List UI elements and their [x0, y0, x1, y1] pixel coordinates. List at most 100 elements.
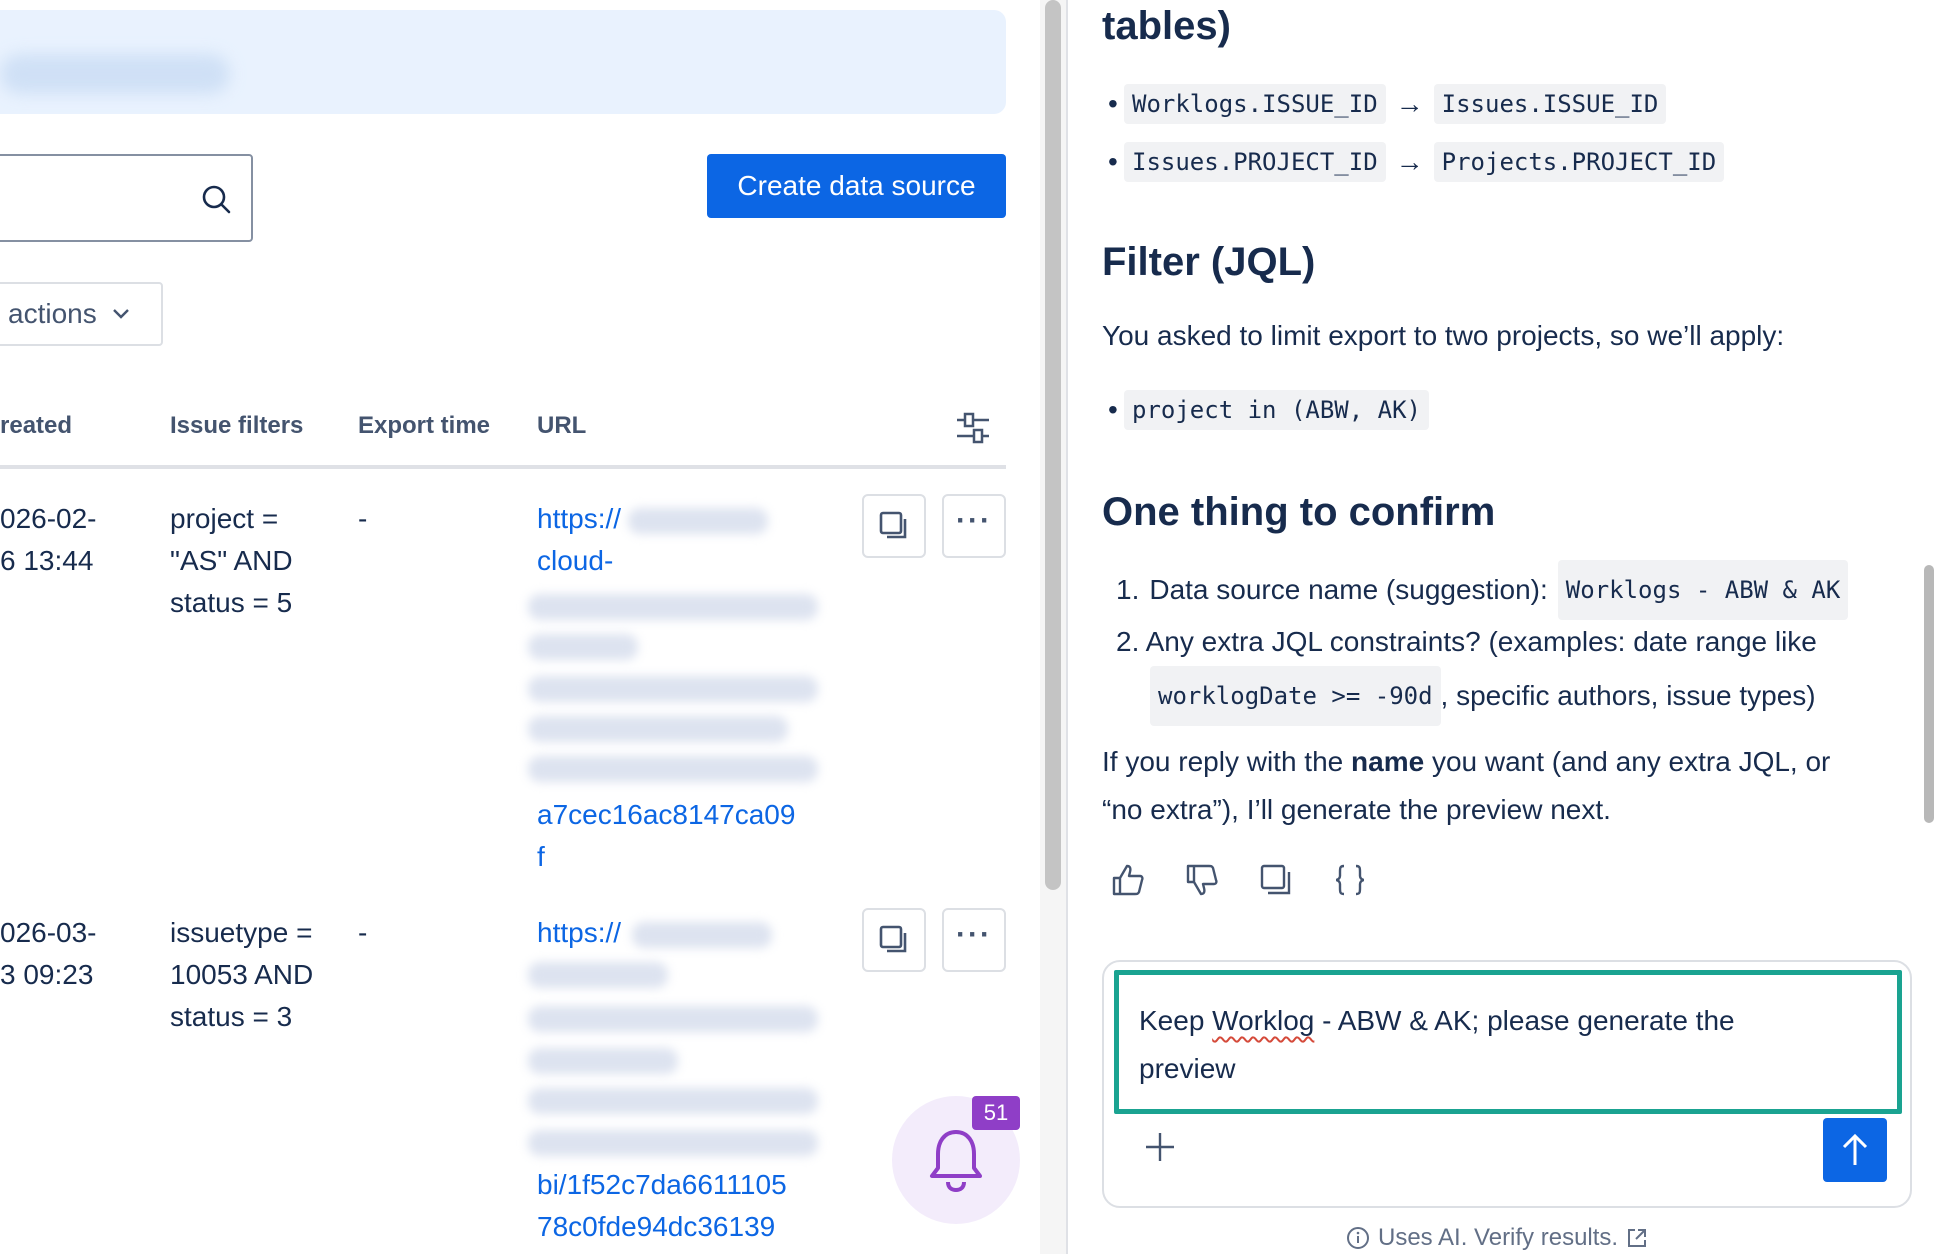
column-header-created[interactable]: reated — [0, 412, 72, 440]
confirm-text: Any extra JQL constraints? (examples: da… — [1145, 626, 1817, 657]
confirm-text: Data source name (suggestion): — [1149, 574, 1548, 605]
arrow-icon: → — [1395, 88, 1424, 119]
url-text[interactable]: cloud- — [537, 540, 621, 582]
column-header-issue-filters[interactable]: Issue filters — [170, 412, 303, 440]
info-icon — [1347, 1227, 1369, 1249]
bell-icon — [930, 1130, 982, 1193]
url-link-end[interactable]: bi/1f52c7da6611105 78c0fde94dc36139 — [537, 1164, 787, 1248]
chevron-down-icon — [112, 309, 129, 319]
redacted-url — [528, 756, 818, 782]
issue-filter-cell: issuetype = 10053 AND status = 3 — [170, 912, 313, 1038]
created-time: 3 09:23 — [0, 959, 94, 990]
plus-icon — [1146, 1133, 1174, 1161]
list-number: 2. — [1116, 626, 1140, 657]
create-data-source-button[interactable]: Create data source — [707, 154, 1006, 218]
filter-text: issuetype = — [170, 917, 313, 948]
url-link-end[interactable]: a7cec16ac8147ca09 f — [537, 794, 795, 878]
reply-text: “no extra”), I’ll generate the preview n… — [1102, 794, 1611, 825]
redacted-url — [528, 676, 818, 702]
redacted-url — [528, 1048, 678, 1074]
url-link-start[interactable]: https:// cloud- — [537, 498, 621, 582]
url-text[interactable]: f — [537, 836, 795, 878]
external-link-icon[interactable] — [1626, 1227, 1648, 1249]
filter-item: project in (ABW, AK) — [1108, 390, 1429, 430]
actions-dropdown[interactable]: actions — [0, 282, 163, 346]
send-button[interactable] — [1823, 1118, 1887, 1182]
disclaimer-text: Uses AI. Verify results. — [1378, 1224, 1619, 1251]
created-cell: 026-03- 3 09:23 — [0, 912, 97, 996]
column-header-url[interactable]: URL — [537, 412, 586, 440]
redacted-url — [528, 1130, 818, 1156]
url-link-start[interactable]: https:// — [537, 912, 621, 954]
redacted-url — [528, 594, 818, 620]
search-icon[interactable] — [201, 184, 231, 214]
info-banner — [0, 10, 1006, 114]
export-time-cell: - — [358, 917, 368, 948]
data-sources-panel: Create data source actions reated Issue … — [0, 0, 1038, 1254]
table-header-divider — [0, 465, 1006, 469]
section-heading-filter: Filter (JQL) — [1102, 240, 1316, 284]
filter-text: status = 3 — [170, 1001, 293, 1032]
url-text[interactable]: bi/1f52c7da6611105 — [537, 1164, 787, 1206]
reply-bold: name — [1351, 746, 1425, 777]
redacted-banner-text — [0, 54, 230, 94]
thumbs-down-icon[interactable] — [1184, 862, 1220, 898]
redacted-url — [628, 508, 768, 534]
url-text[interactable]: https:// — [537, 912, 621, 954]
confirm-item: 1. Data source name (suggestion): Worklo… — [1116, 560, 1849, 620]
thumbs-up-icon[interactable] — [1110, 862, 1146, 898]
actions-label: actions — [8, 298, 97, 329]
copy-icon — [879, 511, 907, 539]
reply-instructions: If you reply with the name you want (and… — [1102, 738, 1830, 834]
reply-text: If you reply with the — [1102, 746, 1352, 777]
url-text[interactable]: https:// — [537, 498, 621, 540]
issue-filter-cell: project = "AS" AND status = 5 — [170, 498, 293, 624]
filter-text: project = — [170, 503, 279, 534]
filter-intro-text: You asked to limit export to two project… — [1102, 320, 1785, 351]
redacted-url — [528, 634, 638, 660]
column-settings-icon[interactable] — [955, 410, 991, 446]
left-scrollbar-thumb[interactable] — [1045, 0, 1061, 890]
copy-icon[interactable] — [1258, 862, 1294, 898]
redacted-url — [528, 716, 788, 742]
more-actions-button[interactable]: ··· — [942, 494, 1006, 558]
join-to-code: Issues.ISSUE_ID — [1433, 84, 1667, 124]
jql-example-code: worklogDate >= -90d — [1150, 666, 1441, 726]
created-date: 026-03- — [0, 917, 97, 948]
redacted-url — [528, 962, 668, 988]
url-text[interactable]: 78c0fde94dc36139 — [537, 1206, 787, 1248]
redacted-url — [528, 1088, 818, 1114]
chat-scrollbar-thumb[interactable] — [1924, 565, 1934, 823]
copy-button[interactable] — [862, 494, 926, 558]
ai-disclaimer: Uses AI. Verify results. — [1346, 1224, 1648, 1252]
code-braces-icon[interactable] — [1332, 862, 1368, 898]
redacted-url — [632, 922, 772, 948]
search-input[interactable] — [0, 154, 253, 242]
misspelled-word: Worklog — [1212, 1005, 1315, 1036]
column-header-export-time[interactable]: Export time — [358, 412, 490, 440]
join-item: Issues.PROJECT_ID → Projects.PROJECT_ID — [1108, 142, 1725, 182]
join-item: Worklogs.ISSUE_ID → Issues.ISSUE_ID — [1108, 84, 1667, 124]
created-time: 6 13:44 — [0, 545, 94, 576]
copy-button[interactable] — [862, 908, 926, 972]
confirm-text-tail: , specific authors, issue types) — [1440, 680, 1816, 711]
input-text: preview — [1139, 1053, 1236, 1084]
join-to-code: Projects.PROJECT_ID — [1433, 142, 1725, 182]
filter-text: 10053 AND — [170, 959, 314, 990]
input-text: - ABW & AK; please generate the — [1314, 1005, 1735, 1036]
arrow-icon: → — [1395, 146, 1424, 177]
url-text[interactable]: a7cec16ac8147ca09 — [537, 794, 795, 836]
add-attachment-button[interactable] — [1144, 1128, 1176, 1173]
feedback-toolbar — [1110, 862, 1368, 898]
chat-message-input[interactable]: Keep Worklog - ABW & AK; please generate… — [1114, 970, 1902, 1114]
created-date: 026-02- — [0, 503, 97, 534]
redacted-url — [528, 1006, 818, 1032]
list-number: 1. — [1116, 574, 1140, 605]
more-actions-button[interactable]: ··· — [942, 908, 1006, 972]
reply-text: you want (and any extra JQL, or — [1424, 746, 1831, 777]
input-text: Keep — [1139, 1005, 1213, 1036]
join-from-code: Issues.PROJECT_ID — [1124, 142, 1386, 182]
confirm-item-continuation: worklogDate >= -90d , specific authors, … — [1150, 666, 1816, 726]
export-time-cell: - — [358, 503, 368, 534]
copy-icon — [879, 925, 907, 953]
